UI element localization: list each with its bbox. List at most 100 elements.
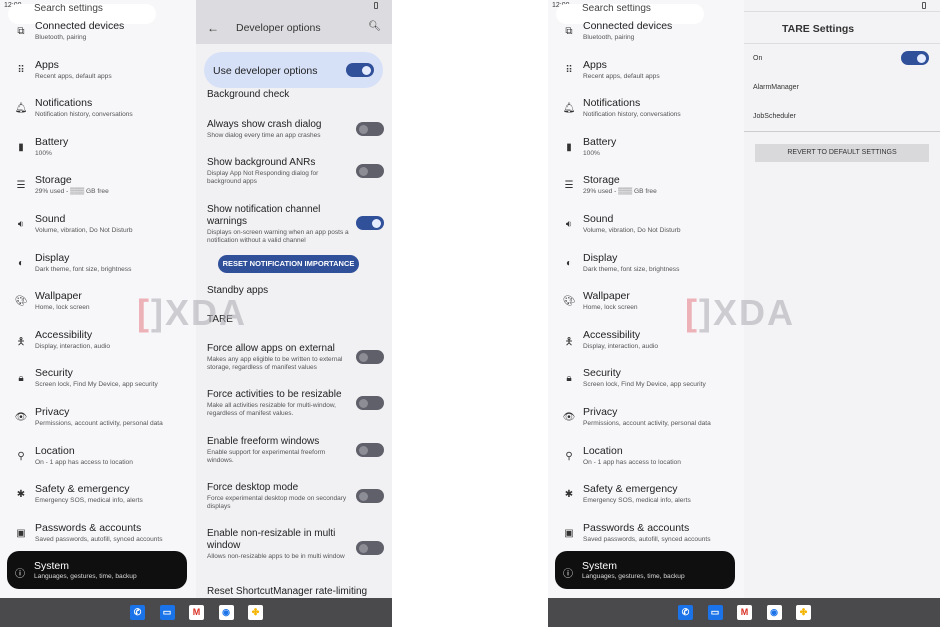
sidebar-item[interactable]: ✱ Safety & emergency Emergency SOS, medica… xyxy=(0,483,196,521)
option-toggle[interactable] xyxy=(356,489,384,503)
sidebar-item[interactable]: ◐ Display Dark theme, font size, brightnes… xyxy=(0,252,196,290)
sidebar-item[interactable]: 🯅 Accessibility Display, interaction, audi… xyxy=(548,329,744,367)
sidebar-item[interactable]: 🔒︎ Security Screen lock, Find My Device, a… xyxy=(548,367,744,405)
developer-option-item[interactable]: Force activities to be resizable Make all… xyxy=(207,389,352,418)
sidebar-item[interactable]: 👁︎ Privacy Permissions, account activity, … xyxy=(0,406,196,444)
use-developer-options-label: Use developer options xyxy=(213,65,318,77)
page-title: TARE Settings xyxy=(782,23,855,35)
reset-notification-importance-button[interactable]: RESET NOTIFICATION IMPORTANCE xyxy=(218,255,359,273)
chrome-icon[interactable]: ◉ xyxy=(766,605,782,620)
sidebar-item[interactable]: 🔔︎ Notifications Notification history, con… xyxy=(548,97,744,135)
option-subtitle: Show dialog every time an app crashes xyxy=(207,132,321,139)
sidebar-item-subtitle: Home, lock screen xyxy=(35,304,90,312)
apps-grid-icon: ⠿ xyxy=(565,64,573,76)
sidebar-item[interactable]: 🔉︎ Sound Volume, vibration, Do Not Disturb xyxy=(0,213,196,251)
info-icon: ⓘ xyxy=(563,569,573,580)
sidebar-item[interactable]: ◐ Display Dark theme, font size, brightnes… xyxy=(548,252,744,290)
sidebar-item-title: Security xyxy=(583,367,621,380)
option-title: Always show crash dialog xyxy=(207,119,322,130)
display-icon: ◐ xyxy=(17,257,25,269)
sidebar-item[interactable]: ⓘ System Languages, gestures, time, backup xyxy=(555,551,735,589)
accessibility-icon: 🯅 xyxy=(564,336,574,348)
tare-on-toggle[interactable] xyxy=(901,51,929,65)
alarm-manager-item[interactable]: AlarmManager xyxy=(753,84,799,91)
back-arrow-icon[interactable]: ← xyxy=(207,21,219,35)
sidebar-item[interactable]: ⚲ Location On - 1 app has access to locati… xyxy=(548,445,744,483)
sidebar-item-title: Storage xyxy=(583,174,620,187)
sidebar-item[interactable]: ☰ Storage 29% used - ▒▒▒ GB free xyxy=(0,174,196,212)
use-developer-options-card[interactable]: Use developer options xyxy=(204,52,383,88)
developer-option-item[interactable]: Show background ANRs Display App Not Resp… xyxy=(207,157,352,186)
sidebar-item[interactable]: ⠿ Apps Recent apps, default apps xyxy=(548,59,744,97)
option-toggle[interactable] xyxy=(356,164,384,178)
sidebar-item[interactable]: 👁︎ Privacy Permissions, account activity, … xyxy=(548,406,744,444)
photos-icon[interactable]: ✤ xyxy=(248,605,263,620)
option-toggle[interactable] xyxy=(356,443,384,457)
developer-option-item[interactable]: Force allow apps on external Makes any ap… xyxy=(207,343,352,372)
sidebar-item-subtitle: Languages, gestures, time, backup xyxy=(34,573,137,580)
sidebar-item[interactable]: 🯅 Accessibility Display, interaction, audi… xyxy=(0,329,196,367)
developer-option-item[interactable]: Enable non-resizable in multi window Allo… xyxy=(207,528,352,561)
reset-shortcutmanager-item[interactable]: Reset ShortcutManager rate-limiting xyxy=(207,586,387,598)
gmail-icon[interactable]: M xyxy=(189,605,204,620)
option-toggle[interactable] xyxy=(356,122,384,136)
option-toggle[interactable] xyxy=(356,396,384,410)
photos-icon[interactable]: ✤ xyxy=(796,605,811,620)
sidebar-item[interactable]: ⧉ Connected devices Bluetooth, pairing xyxy=(548,20,744,58)
lock-icon: 🔒︎ xyxy=(18,373,24,385)
option-toggle[interactable] xyxy=(356,350,384,364)
sidebar-item-subtitle: Bluetooth, pairing xyxy=(35,34,87,41)
lock-icon: 🔒︎ xyxy=(566,373,572,385)
sidebar-item[interactable]: ☰ Storage 29% used - ▒▒▒ GB free xyxy=(548,174,744,212)
asterisk-icon: ✱ xyxy=(16,489,26,501)
sidebar-item[interactable]: 🔔︎ Notifications Notification history, con… xyxy=(0,97,196,135)
developer-option-item[interactable]: Show notification channel warnings Displa… xyxy=(207,204,352,245)
sidebar-item-subtitle: Dark theme, font size, brightness xyxy=(35,265,132,273)
sidebar-item[interactable]: ⠿ Apps Recent apps, default apps xyxy=(0,59,196,97)
list-item-partial[interactable]: Background check xyxy=(207,89,352,101)
xda-watermark-logo: []XDA xyxy=(685,292,795,333)
chrome-icon[interactable]: ◉ xyxy=(218,605,234,620)
option-toggle[interactable] xyxy=(356,541,384,555)
developer-option-item[interactable]: Always show crash dialog Show dialog ever… xyxy=(207,119,352,140)
phone-icon[interactable]: ✆ xyxy=(130,605,145,620)
screen-developer-options: 12:00Search settings⧉Connected devicesBl… xyxy=(0,0,392,627)
messages-icon[interactable]: ▭ xyxy=(159,605,175,620)
option-subtitle: Force experimental desktop mode on secon… xyxy=(207,495,347,510)
sidebar-item-title: Connected devices xyxy=(583,20,673,32)
sidebar-item[interactable]: 🔉︎ Sound Volume, vibration, Do Not Disturb xyxy=(548,213,744,251)
developer-option-item[interactable]: Enable freeform windows Enable support fo… xyxy=(207,436,352,465)
sidebar-item[interactable]: ▮ Battery 100% xyxy=(0,136,196,174)
search-icon[interactable]: 🔍︎ xyxy=(368,21,381,32)
page-title: Developer options xyxy=(236,22,321,34)
option-toggle[interactable] xyxy=(356,216,384,230)
battery-icon: ▮ xyxy=(18,141,24,153)
devices-icon: ⧉ xyxy=(17,26,25,37)
sidebar-item[interactable]: ⓘ System Languages, gestures, time, backup xyxy=(7,551,187,589)
gmail-icon[interactable]: M xyxy=(737,605,752,620)
messages-icon[interactable]: ▭ xyxy=(707,605,723,620)
sidebar-item-title: Privacy xyxy=(583,406,618,418)
sidebar-item-subtitle: Emergency SOS, medical info, alerts xyxy=(35,497,143,505)
revert-to-default-button[interactable]: REVERT TO DEFAULT SETTINGS xyxy=(755,144,929,162)
phone-icon[interactable]: ✆ xyxy=(678,605,693,620)
option-title: Show background ANRs xyxy=(207,157,316,168)
sidebar-item-title: Location xyxy=(35,444,75,457)
sidebar-item[interactable]: ⧉ Connected devices Bluetooth, pairing xyxy=(0,20,196,58)
sidebar-item[interactable]: ✱ Safety & emergency Emergency SOS, medica… xyxy=(548,483,744,521)
developer-option-item[interactable]: Force desktop mode Force experimental des… xyxy=(207,482,352,511)
sidebar-item[interactable]: ⚲ Location On - 1 app has access to locati… xyxy=(0,445,196,483)
sidebar-item[interactable]: ▮ Battery 100% xyxy=(548,136,744,174)
job-scheduler-item[interactable]: JobScheduler xyxy=(753,113,796,120)
app-bar: TARE Settings xyxy=(744,11,940,44)
sidebar-item-title: System xyxy=(34,560,70,572)
use-developer-options-toggle[interactable] xyxy=(346,63,374,77)
sidebar-item-subtitle: Permissions, account activity, personal … xyxy=(583,420,711,427)
option-title: Enable non-resizable in multi window xyxy=(207,528,336,551)
sidebar-item-subtitle: Saved passwords, autofill, synced accoun… xyxy=(35,535,163,543)
battery-status-icon xyxy=(922,2,926,9)
sidebar-item-subtitle: On - 1 app has access to location xyxy=(583,458,681,466)
sidebar-item-title: Display xyxy=(583,251,618,264)
volume-icon: 🔉︎ xyxy=(17,219,25,230)
sidebar-item[interactable]: 🔒︎ Security Screen lock, Find My Device, a… xyxy=(0,367,196,405)
